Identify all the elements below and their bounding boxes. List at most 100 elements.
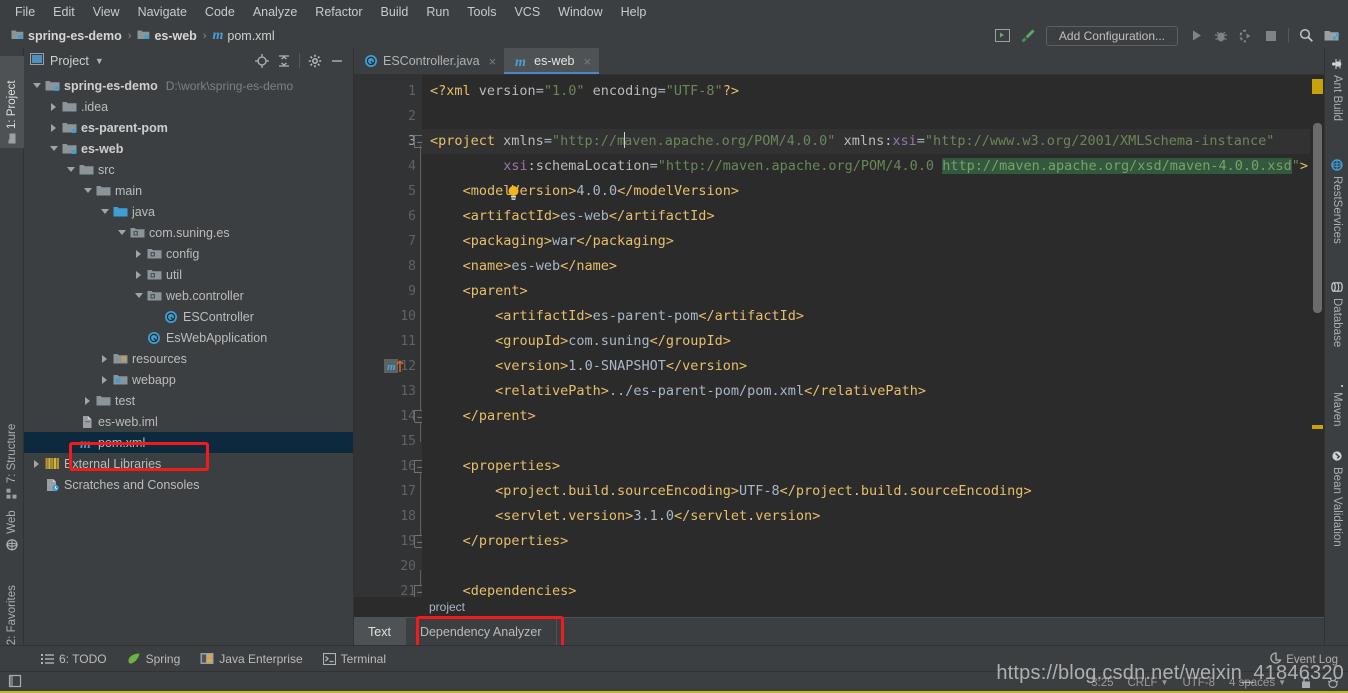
chevron-right-icon[interactable]	[47, 96, 60, 117]
menu-item-refactor[interactable]: Refactor	[306, 3, 371, 21]
tree-node-config[interactable]: config	[24, 243, 353, 264]
editor-breadcrumb[interactable]: project	[354, 597, 1324, 617]
tree-node-com-suning-es[interactable]: com.suning.es	[24, 222, 353, 243]
tree-node-eswebapplication[interactable]: EsWebApplication	[24, 327, 353, 348]
tool-window-button-terminal[interactable]: Terminal	[314, 650, 395, 668]
minimize-tool-window-icon[interactable]	[992, 25, 1014, 46]
menu-item-tools[interactable]: Tools	[458, 3, 505, 21]
editor-vertical-scrollbar[interactable]	[1313, 123, 1322, 313]
event-log-button[interactable]: Event Log	[1270, 652, 1338, 667]
hide-icon[interactable]	[327, 51, 347, 70]
editor-marker-bar[interactable]	[1310, 75, 1324, 597]
stop-icon[interactable]	[1260, 25, 1282, 46]
tree-node-test[interactable]: test	[24, 390, 353, 411]
right-strip-item-maven[interactable]: mMaven	[1325, 371, 1348, 430]
editor-tab-es-web[interactable]: mes-web×	[504, 48, 599, 74]
search-everywhere-icon[interactable]	[1295, 25, 1317, 46]
chevron-down-icon[interactable]	[132, 285, 145, 306]
tree-node-java[interactable]: java	[24, 201, 353, 222]
menu-item-build[interactable]: Build	[372, 3, 418, 21]
tree-node-pom-xml[interactable]: mpom.xml	[24, 432, 353, 453]
tree-node-util[interactable]: util	[24, 264, 353, 285]
chevron-right-icon[interactable]	[98, 369, 111, 390]
project-tree[interactable]: spring-es-demoD:\work\spring-es-demo.ide…	[24, 73, 353, 645]
chevron-right-icon[interactable]	[132, 243, 145, 264]
inspections-icon[interactable]	[1326, 677, 1340, 689]
line-separator-selector[interactable]: CRLF ▼	[1128, 677, 1169, 689]
tool-window-button-6-todo[interactable]: 6: TODO	[32, 650, 116, 668]
right-strip-item-restservices[interactable]: RestServices	[1325, 155, 1348, 260]
tree-node-resources[interactable]: resources	[24, 348, 353, 369]
editor-bottom-tab-text[interactable]: Text	[354, 618, 406, 645]
editor-gutter[interactable]: 123456789101112131415161718192021 – – – …	[354, 75, 422, 597]
menu-item-window[interactable]: Window	[549, 3, 611, 21]
chevron-down-icon[interactable]	[47, 138, 60, 159]
tree-node-es-web-iml[interactable]: es-web.iml	[24, 411, 353, 432]
menu-item-vcs[interactable]: VCS	[505, 3, 549, 21]
chevron-down-icon[interactable]	[64, 159, 77, 180]
chevron-right-icon[interactable]	[81, 390, 94, 411]
debug-icon[interactable]	[1210, 25, 1232, 46]
right-strip-item-database[interactable]: Database	[1325, 277, 1348, 356]
tool-window-button-spring[interactable]: Spring	[118, 650, 190, 668]
run-configuration-selector[interactable]: Add Configuration...	[1046, 26, 1178, 46]
run-with-coverage-icon[interactable]	[1235, 25, 1257, 46]
tree-node-escontroller[interactable]: ESController	[24, 306, 353, 327]
menu-item-view[interactable]: View	[84, 3, 129, 21]
project-structure-icon[interactable]	[1320, 25, 1342, 46]
chevron-right-icon[interactable]	[98, 348, 111, 369]
indent-selector[interactable]: 4 spaces ▼	[1229, 677, 1286, 689]
chevron-right-icon[interactable]	[132, 264, 145, 285]
tree-node-es-parent-pom[interactable]: es-parent-pom	[24, 117, 353, 138]
tree-node-idea[interactable]: .idea	[24, 96, 353, 117]
tree-node-src[interactable]: src	[24, 159, 353, 180]
editor-bottom-tab-dependency-analyzer[interactable]: Dependency Analyzer	[406, 618, 557, 645]
tree-node-webapp[interactable]: webapp	[24, 369, 353, 390]
right-strip-item-ant-build[interactable]: Ant Build	[1325, 54, 1348, 139]
menu-item-code[interactable]: Code	[196, 3, 244, 21]
unlocked-icon[interactable]	[1300, 676, 1312, 689]
maven-parent-navigate-icon[interactable]: m	[384, 358, 406, 375]
menu-item-edit[interactable]: Edit	[44, 3, 84, 21]
error-stripe-warning[interactable]	[1312, 79, 1323, 94]
run-icon[interactable]	[1185, 25, 1207, 46]
build-hammer-icon[interactable]	[1017, 25, 1039, 46]
breadcrumb-file[interactable]: m pom.xml	[210, 27, 278, 45]
menu-item-run[interactable]: Run	[417, 3, 458, 21]
tree-node-external-libraries[interactable]: External Libraries	[24, 453, 353, 474]
menu-item-help[interactable]: Help	[612, 3, 656, 21]
tree-node-spring-es-demo[interactable]: spring-es-demoD:\work\spring-es-demo	[24, 75, 353, 96]
tool-window-button-java-enterprise[interactable]: Java Enterprise	[191, 650, 311, 668]
toggle-toolwindows-icon[interactable]	[8, 674, 22, 691]
intention-bulb-icon[interactable]	[507, 185, 520, 200]
menu-item-navigate[interactable]: Navigate	[129, 3, 196, 21]
error-stripe-warning-2[interactable]	[1312, 425, 1323, 429]
chevron-down-icon[interactable]	[115, 222, 128, 243]
chevron-down-icon[interactable]: ▼	[95, 56, 104, 66]
chevron-down-icon[interactable]	[30, 75, 43, 96]
settings-gear-icon[interactable]	[305, 51, 325, 70]
left-strip-item-structure[interactable]: 7: Structure	[0, 398, 24, 503]
chevron-right-icon[interactable]	[47, 117, 60, 138]
left-strip-item-web[interactable]: Web	[0, 509, 24, 555]
menu-item-analyze[interactable]: Analyze	[244, 3, 306, 21]
caret-position[interactable]: 3:25	[1091, 677, 1113, 689]
collapse-all-icon[interactable]	[274, 51, 294, 70]
close-icon[interactable]: ×	[489, 54, 497, 69]
scroll-from-source-icon[interactable]	[252, 51, 272, 70]
tree-node-es-web[interactable]: es-web	[24, 138, 353, 159]
close-icon[interactable]: ×	[583, 54, 591, 69]
left-strip-item-project[interactable]: 1: Project	[0, 56, 24, 148]
tree-node-main[interactable]: main	[24, 180, 353, 201]
breadcrumb-module[interactable]: es-web	[134, 27, 199, 44]
menu-item-file[interactable]: File	[6, 3, 44, 21]
chevron-right-icon[interactable]	[30, 453, 43, 474]
right-strip-item-bean-validation[interactable]: Bean Validation	[1325, 446, 1348, 571]
tree-node-scratches-and-consoles[interactable]: Scratches and Consoles	[24, 474, 353, 495]
encoding-selector[interactable]: UTF-8	[1182, 677, 1215, 689]
editor-tab-escontroller-java[interactable]: ESController.java×	[354, 48, 504, 74]
tree-node-web-controller[interactable]: web.controller	[24, 285, 353, 306]
breadcrumb-project[interactable]: spring-es-demo	[8, 27, 125, 44]
code-text[interactable]: <?xml version="1.0" encoding="UTF-8"?><p…	[422, 75, 1310, 597]
chevron-down-icon[interactable]	[81, 180, 94, 201]
